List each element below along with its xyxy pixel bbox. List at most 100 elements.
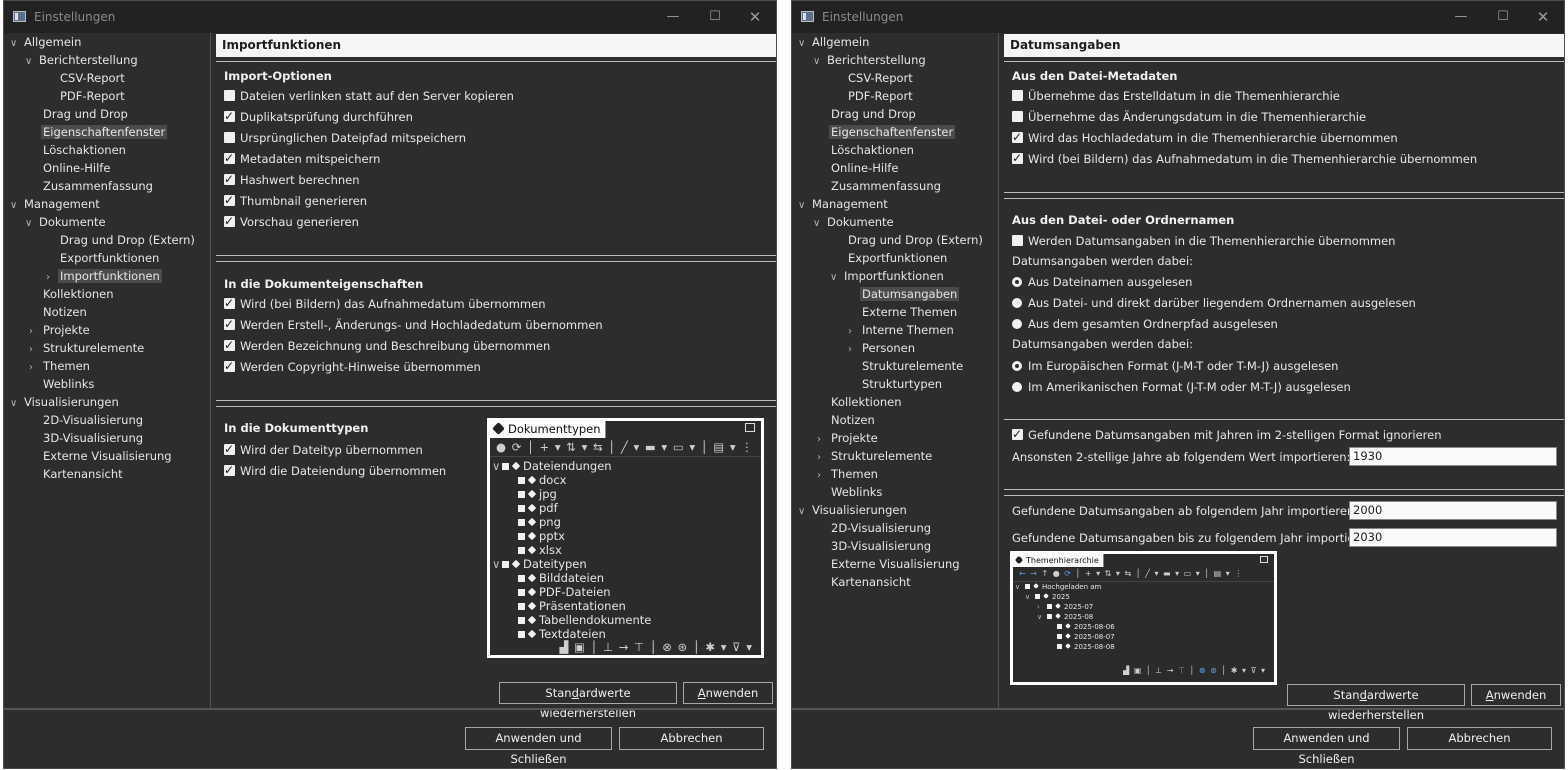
chevron-down-icon[interactable]: ∨ (25, 215, 39, 233)
apply-and-close-button[interactable]: Anwenden und Schließen (1253, 727, 1400, 766)
tree-item-interne-themen[interactable]: › Interne Themen (848, 321, 954, 339)
tree-item-strukturtypen[interactable]: Strukturtypen (862, 375, 942, 393)
splitter[interactable] (210, 33, 211, 708)
tree-item-management[interactable]: ∨ Management (10, 195, 100, 213)
panel-bottom-toolbar[interactable]: ▟ ▣ │ ⊥ → ⊤ │ ⊗ ⊛ │ ✱ ▾ ⊽ ▾ (490, 639, 761, 655)
checkbox-row[interactable]: Wird der Dateityp übernommen (224, 440, 423, 459)
tree-item-loeschaktionen[interactable]: Löschaktionen (831, 141, 914, 159)
checkbox-checked[interactable] (224, 336, 235, 354)
panel-toolbar[interactable]: ● ⟳ │ + ▾ ⇅ ▾ ⇆ │ ╱ ▾ ▬ ▾ ▭ ▾ │ ▤ ▾ ⋮ (490, 438, 761, 457)
tree-item-zusammenfassung[interactable]: Zusammenfassung (43, 177, 153, 195)
checkbox-checked[interactable] (224, 149, 235, 167)
tree-item-eigenschaftenfenster[interactable]: Eigenschaftenfenster (829, 123, 956, 141)
tree-item-externe-visualisierung[interactable]: Externe Visualisierung (43, 447, 172, 465)
panel-bottom-toolbar[interactable]: ▟ ▣ │ ⊥ → ⊤ │ ⊗ ⊛ │ ✱ ▾ ⊽ ▾ (1013, 664, 1274, 678)
checkbox-checked[interactable] (224, 440, 235, 458)
close-icon[interactable]: ✕ (1530, 6, 1556, 28)
tree-item-externe-visualisierung[interactable]: Externe Visualisierung (831, 555, 960, 573)
checkbox-checked[interactable] (224, 357, 235, 375)
maximize-icon[interactable]: ☐ (1490, 6, 1516, 28)
list-item[interactable]: PDF-Dateien (518, 585, 611, 599)
apply-and-close-button[interactable]: Anwenden und Schließen (465, 727, 612, 766)
tree-item-csv-report[interactable]: CSV-Report (60, 69, 125, 87)
tree-item-notizen[interactable]: Notizen (43, 303, 87, 321)
checkbox-row[interactable]: Ursprünglichen Dateipfad mitspeichern (224, 129, 466, 147)
checkbox-row[interactable]: Werden Bezeichnung und Beschreibung über… (224, 336, 550, 355)
list-item[interactable]: 2025-08-08 (1057, 642, 1115, 652)
checkbox-checked[interactable] (224, 170, 235, 188)
list-item[interactable]: ∨ Dateitypen (492, 557, 587, 571)
checkbox[interactable] (1012, 235, 1023, 246)
checkbox-row[interactable]: Hashwert berechnen (224, 170, 360, 189)
tree-item-online-hilfe[interactable]: Online-Hilfe (831, 159, 898, 177)
tree-item-strukturelemente-sub[interactable]: Strukturelemente (862, 357, 963, 375)
radio[interactable] (1012, 319, 1022, 329)
tree-item-exportfunktionen[interactable]: Exportfunktionen (60, 249, 159, 267)
tree-item-berichterstellung[interactable]: ∨ Berichterstellung (813, 51, 926, 69)
chevron-down-icon[interactable]: ∨ (798, 503, 812, 521)
chevron-right-icon[interactable]: › (29, 359, 43, 377)
checkbox[interactable] (224, 90, 235, 101)
maximize-icon[interactable] (1260, 556, 1268, 563)
checkbox-checked[interactable] (1012, 128, 1023, 146)
list-item[interactable]: › 2025-07 (1037, 602, 1093, 612)
tree-item-themen[interactable]: › Themen (29, 357, 90, 375)
chevron-right-icon[interactable]: › (848, 341, 862, 359)
splitter[interactable] (998, 33, 999, 708)
chevron-down-icon[interactable]: ∨ (10, 35, 24, 53)
from-year-input[interactable]: 2000 (1349, 501, 1557, 520)
checkbox-row[interactable]: Thumbnail generieren (224, 191, 367, 210)
list-item[interactable]: xlsx (518, 543, 562, 557)
list-item[interactable]: pptx (518, 529, 565, 543)
checkbox-row[interactable]: Übernehme das Änderungsdatum in die Them… (1012, 108, 1366, 126)
checkbox-checked[interactable] (1012, 425, 1023, 443)
two-digit-year-input[interactable]: 1930 (1349, 447, 1557, 466)
tree-item-allgemein[interactable]: ∨ Allgemein (798, 33, 869, 51)
checkbox-row[interactable]: Wird (bei Bildern) das Aufnahmedatum in … (1012, 149, 1477, 168)
tree-item-drag-und-drop[interactable]: Drag und Drop (43, 105, 128, 123)
checkbox-row[interactable]: Metadaten mitspeichern (224, 149, 380, 168)
list-item[interactable]: ∨ Hochgeladen am (1015, 582, 1101, 592)
chevron-down-icon[interactable]: ∨ (798, 197, 812, 215)
list-item[interactable]: pdf (518, 501, 558, 515)
restore-defaults-button[interactable]: Standardwerte wiederherstellen (499, 682, 677, 720)
maximize-icon[interactable] (745, 423, 755, 432)
maximize-icon[interactable]: ☐ (702, 6, 728, 28)
tree-item-projekte[interactable]: › Projekte (817, 429, 878, 447)
checkbox-row[interactable]: Dateien verlinken statt auf den Server k… (224, 87, 514, 105)
radio-row[interactable]: Aus Datei- und direkt darüber liegendem … (1012, 294, 1416, 312)
checkbox-checked[interactable] (224, 107, 235, 125)
tree-item-pdf-report[interactable]: PDF-Report (60, 87, 125, 105)
tree-item-visualisierungen[interactable]: ∨ Visualisierungen (798, 501, 907, 519)
cancel-button[interactable]: Abbrechen (619, 727, 764, 750)
checkbox-row[interactable]: Wird das Hochladedatum in die Themenhier… (1012, 128, 1398, 147)
chevron-down-icon[interactable]: ∨ (798, 35, 812, 53)
checkbox-row[interactable]: Übernehme das Erstelldatum in die Themen… (1012, 87, 1340, 105)
tree-item-notizen[interactable]: Notizen (831, 411, 875, 429)
cancel-button[interactable]: Abbrechen (1407, 727, 1552, 750)
tree-item-personen[interactable]: › Personen (848, 339, 915, 357)
checkbox-row[interactable]: Vorschau generieren (224, 212, 359, 231)
apply-button[interactable]: Anwenden (683, 682, 773, 704)
tree-item-drag-und-drop-extern[interactable]: Drag und Drop (Extern) (60, 231, 195, 249)
tree-item-importfunktionen[interactable]: ∨ Importfunktionen (830, 267, 944, 285)
checkbox-row[interactable]: Gefundene Datumsangaben mit Jahren im 2-… (1012, 425, 1442, 444)
tree-item-themen[interactable]: › Themen (817, 465, 878, 483)
checkbox-checked[interactable] (224, 294, 235, 312)
tree-item-projekte[interactable]: › Projekte (29, 321, 90, 339)
panel-toolbar[interactable]: ← → ↑ ● ⟳ │ + ▾ ⇅ ▾ ⇆ │ ╱ ▾ ▬ ▾ ▭ ▾ │ ▤ … (1013, 567, 1274, 582)
radio-selected[interactable] (1012, 361, 1022, 371)
tree-item-zusammenfassung[interactable]: Zusammenfassung (831, 177, 941, 195)
tree-item-drag-und-drop[interactable]: Drag und Drop (831, 105, 916, 123)
checkbox-row[interactable]: Werden Datumsangaben in die Themenhierar… (1012, 232, 1395, 250)
list-item[interactable]: ∨ Dateiendungen (492, 459, 612, 473)
tree-item-dokumente[interactable]: ∨ Dokumente (813, 213, 894, 231)
tree-item-2d-visualisierung[interactable]: 2D-Visualisierung (43, 411, 143, 429)
checkbox-checked[interactable] (224, 315, 235, 333)
radio-row[interactable]: Aus dem gesamten Ordnerpfad ausgelesen (1012, 315, 1278, 333)
chevron-down-icon[interactable]: ∨ (10, 395, 24, 413)
list-item[interactable]: 2025-08-07 (1057, 632, 1115, 642)
tree-item-visualisierungen[interactable]: ∨ Visualisierungen (10, 393, 119, 411)
list-item[interactable]: ∨ 2025-08 (1037, 612, 1093, 622)
radio-selected[interactable] (1012, 277, 1022, 287)
